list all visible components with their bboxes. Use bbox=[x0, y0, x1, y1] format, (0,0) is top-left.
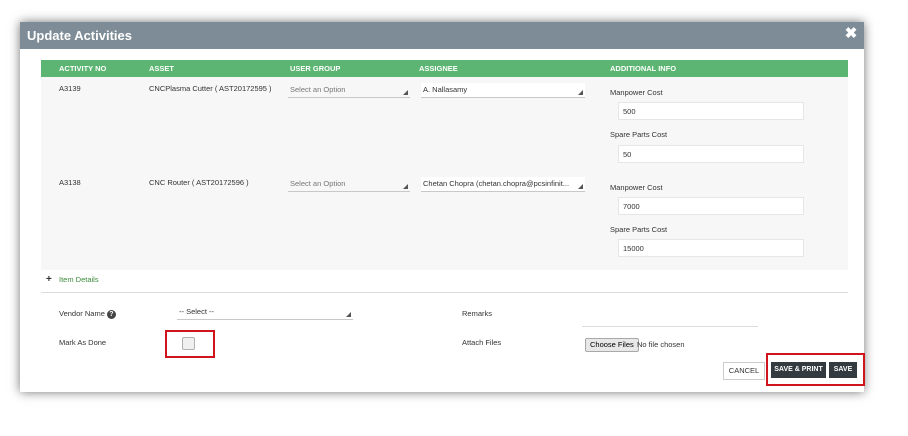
assignee-value: Chetan Chopra (chetan.chopra@pcsinfinit.… bbox=[423, 179, 570, 188]
spare-parts-cost-label: Spare Parts Cost bbox=[610, 225, 668, 234]
asset-name: CNCPlasma Cutter ( AST20172595 ) bbox=[149, 84, 272, 93]
assignee-value: A. Nallasamy bbox=[423, 85, 468, 94]
vendor-name-text: Vendor Name bbox=[59, 309, 105, 318]
no-file-text: No file chosen bbox=[637, 340, 685, 349]
spare-parts-cost-input[interactable]: 15000 bbox=[618, 239, 804, 257]
manpower-cost-label: Manpower Cost bbox=[610, 88, 663, 97]
manpower-cost-value: 7000 bbox=[623, 202, 640, 211]
vendor-select[interactable]: -- Select -- bbox=[177, 305, 353, 320]
cancel-button[interactable]: CANCEL bbox=[723, 362, 765, 380]
item-details-link[interactable]: Item Details bbox=[59, 275, 99, 284]
manpower-cost-value: 500 bbox=[623, 107, 636, 116]
manpower-cost-input[interactable]: 7000 bbox=[618, 197, 804, 215]
mark-as-done-checkbox[interactable] bbox=[182, 337, 195, 350]
help-icon[interactable]: ? bbox=[106, 309, 116, 319]
remarks-label: Remarks bbox=[462, 309, 493, 318]
assignee-select[interactable]: A. Nallasamy bbox=[421, 83, 585, 98]
section-divider bbox=[41, 292, 848, 293]
spare-parts-cost-value: 15000 bbox=[623, 244, 644, 253]
vendor-name-label: Vendor Name? bbox=[59, 309, 116, 319]
activities-table: ACTIVITY NO ASSET USER GROUP ASSIGNEE AD… bbox=[41, 60, 848, 270]
activity-no: A3138 bbox=[59, 178, 81, 187]
activity-no: A3139 bbox=[59, 84, 81, 93]
user-group-value: Select an Option bbox=[290, 85, 346, 94]
select-caret-icon bbox=[403, 90, 408, 95]
vendor-select-value: -- Select -- bbox=[179, 307, 215, 316]
dialog-title: Update Activities bbox=[27, 28, 132, 43]
header-assignee: ASSIGNEE bbox=[419, 64, 458, 73]
assignee-select[interactable]: Chetan Chopra (chetan.chopra@pcsinfinit.… bbox=[421, 177, 585, 192]
spare-parts-cost-input[interactable]: 50 bbox=[618, 145, 804, 163]
manpower-cost-label: Manpower Cost bbox=[610, 183, 663, 192]
header-user-group: USER GROUP bbox=[290, 64, 341, 73]
manpower-cost-input[interactable]: 500 bbox=[618, 102, 804, 120]
header-additional-info: ADDITIONAL INFO bbox=[610, 64, 677, 73]
table-header: ACTIVITY NO ASSET USER GROUP ASSIGNEE AD… bbox=[41, 60, 848, 77]
select-caret-icon bbox=[346, 312, 351, 317]
user-group-value: Select an Option bbox=[290, 179, 346, 188]
select-caret-icon bbox=[578, 184, 583, 189]
user-group-select[interactable]: Select an Option bbox=[288, 177, 410, 192]
header-activity-no: ACTIVITY NO bbox=[59, 64, 107, 73]
choose-files-button[interactable]: Choose Files bbox=[585, 338, 639, 352]
attach-files-label: Attach Files bbox=[462, 338, 502, 347]
asset-name: CNC Router ( AST20172596 ) bbox=[149, 178, 249, 187]
mark-as-done-label: Mark As Done bbox=[59, 338, 107, 347]
spare-parts-cost-value: 50 bbox=[623, 150, 632, 159]
remarks-input[interactable] bbox=[582, 326, 758, 327]
expand-plus-icon[interactable]: + bbox=[46, 274, 52, 285]
select-caret-icon bbox=[403, 184, 408, 189]
header-asset: ASSET bbox=[149, 64, 175, 73]
dialog-titlebar: Update Activities ✖ bbox=[20, 22, 864, 49]
save-button[interactable]: SAVE bbox=[829, 362, 857, 378]
close-icon[interactable]: ✖ bbox=[844, 26, 858, 42]
save-and-print-button[interactable]: SAVE & PRINT bbox=[771, 362, 826, 378]
spare-parts-cost-label: Spare Parts Cost bbox=[610, 130, 668, 139]
user-group-select[interactable]: Select an Option bbox=[288, 83, 410, 98]
select-caret-icon bbox=[578, 90, 583, 95]
